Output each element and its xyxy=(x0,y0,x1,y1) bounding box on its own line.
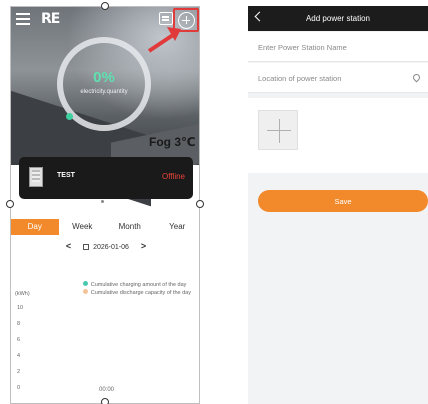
tab-month[interactable]: Month xyxy=(106,219,154,235)
home-screen: RE 0% electricity.quantity Fog 3℃ TEST O… xyxy=(10,6,200,404)
station-name-input[interactable] xyxy=(258,32,408,62)
y-tick: 10 xyxy=(17,305,24,311)
y-tick: 4 xyxy=(17,353,21,359)
device-name: TEST xyxy=(57,172,75,179)
y-tick: 8 xyxy=(17,321,21,327)
legend-swatch xyxy=(82,289,88,294)
location-pin-icon[interactable] xyxy=(411,72,422,83)
add-station-screen: Add power station Save xyxy=(248,6,428,404)
date-selector: < 2026-01-06 > xyxy=(11,241,199,251)
legend-item-discharge: Cumulative discharge capacity of the day xyxy=(82,289,191,297)
header-bar: Add power station xyxy=(248,6,428,31)
chevron-left-icon[interactable]: < xyxy=(56,241,81,251)
tab-day[interactable]: Day xyxy=(11,219,59,235)
device-card[interactable]: TEST Offline xyxy=(19,157,193,203)
tab-year[interactable]: Year xyxy=(154,219,200,235)
inverter-icon xyxy=(29,167,43,187)
y-tick: 2 xyxy=(17,369,21,375)
legend-label: Cumulative charging amount of the day xyxy=(90,282,187,288)
device-status: Offline xyxy=(162,172,185,181)
legend-label: Cumulative discharge capacity of the day xyxy=(90,290,191,296)
red-arrow-pointer xyxy=(147,27,181,53)
x-tick: 00:00 xyxy=(99,387,115,393)
message-icon[interactable] xyxy=(159,12,173,25)
station-location-input[interactable] xyxy=(258,63,408,93)
menu-icon[interactable] xyxy=(16,13,30,25)
chart-unit: (kWh) xyxy=(15,291,30,297)
y-tick: 6 xyxy=(17,337,21,343)
carousel-dots xyxy=(101,190,113,208)
weather-readout: Fog 3℃ xyxy=(149,135,196,149)
tab-week[interactable]: Week xyxy=(59,219,107,235)
period-tabs: Day Week Month Year xyxy=(11,219,200,235)
calendar-icon xyxy=(83,244,90,250)
save-button[interactable]: Save xyxy=(258,190,428,212)
legend-item-charging: Cumulative charging amount of the day xyxy=(82,281,191,289)
chart-legend: Cumulative charging amount of the day Cu… xyxy=(82,281,191,297)
photo-upload-area xyxy=(248,98,428,173)
resize-handle[interactable] xyxy=(196,200,204,208)
station-name-row xyxy=(248,32,428,62)
legend-swatch xyxy=(82,281,88,286)
y-tick: 0 xyxy=(17,385,21,391)
chevron-right-icon[interactable]: > xyxy=(131,241,156,251)
resize-handle[interactable] xyxy=(101,2,109,10)
resize-handle[interactable] xyxy=(6,200,14,208)
selected-date[interactable]: 2026-01-06 xyxy=(93,244,129,251)
resize-handle[interactable] xyxy=(101,398,109,404)
add-photo-icon[interactable] xyxy=(258,110,298,150)
app-logo: RE xyxy=(41,11,60,27)
electricity-label: electricity.quantity xyxy=(80,89,128,95)
page-title: Add power station xyxy=(305,14,371,23)
electricity-percent: 0% xyxy=(93,69,115,86)
ring-progress-dot xyxy=(66,113,73,120)
station-location-row xyxy=(248,63,428,93)
